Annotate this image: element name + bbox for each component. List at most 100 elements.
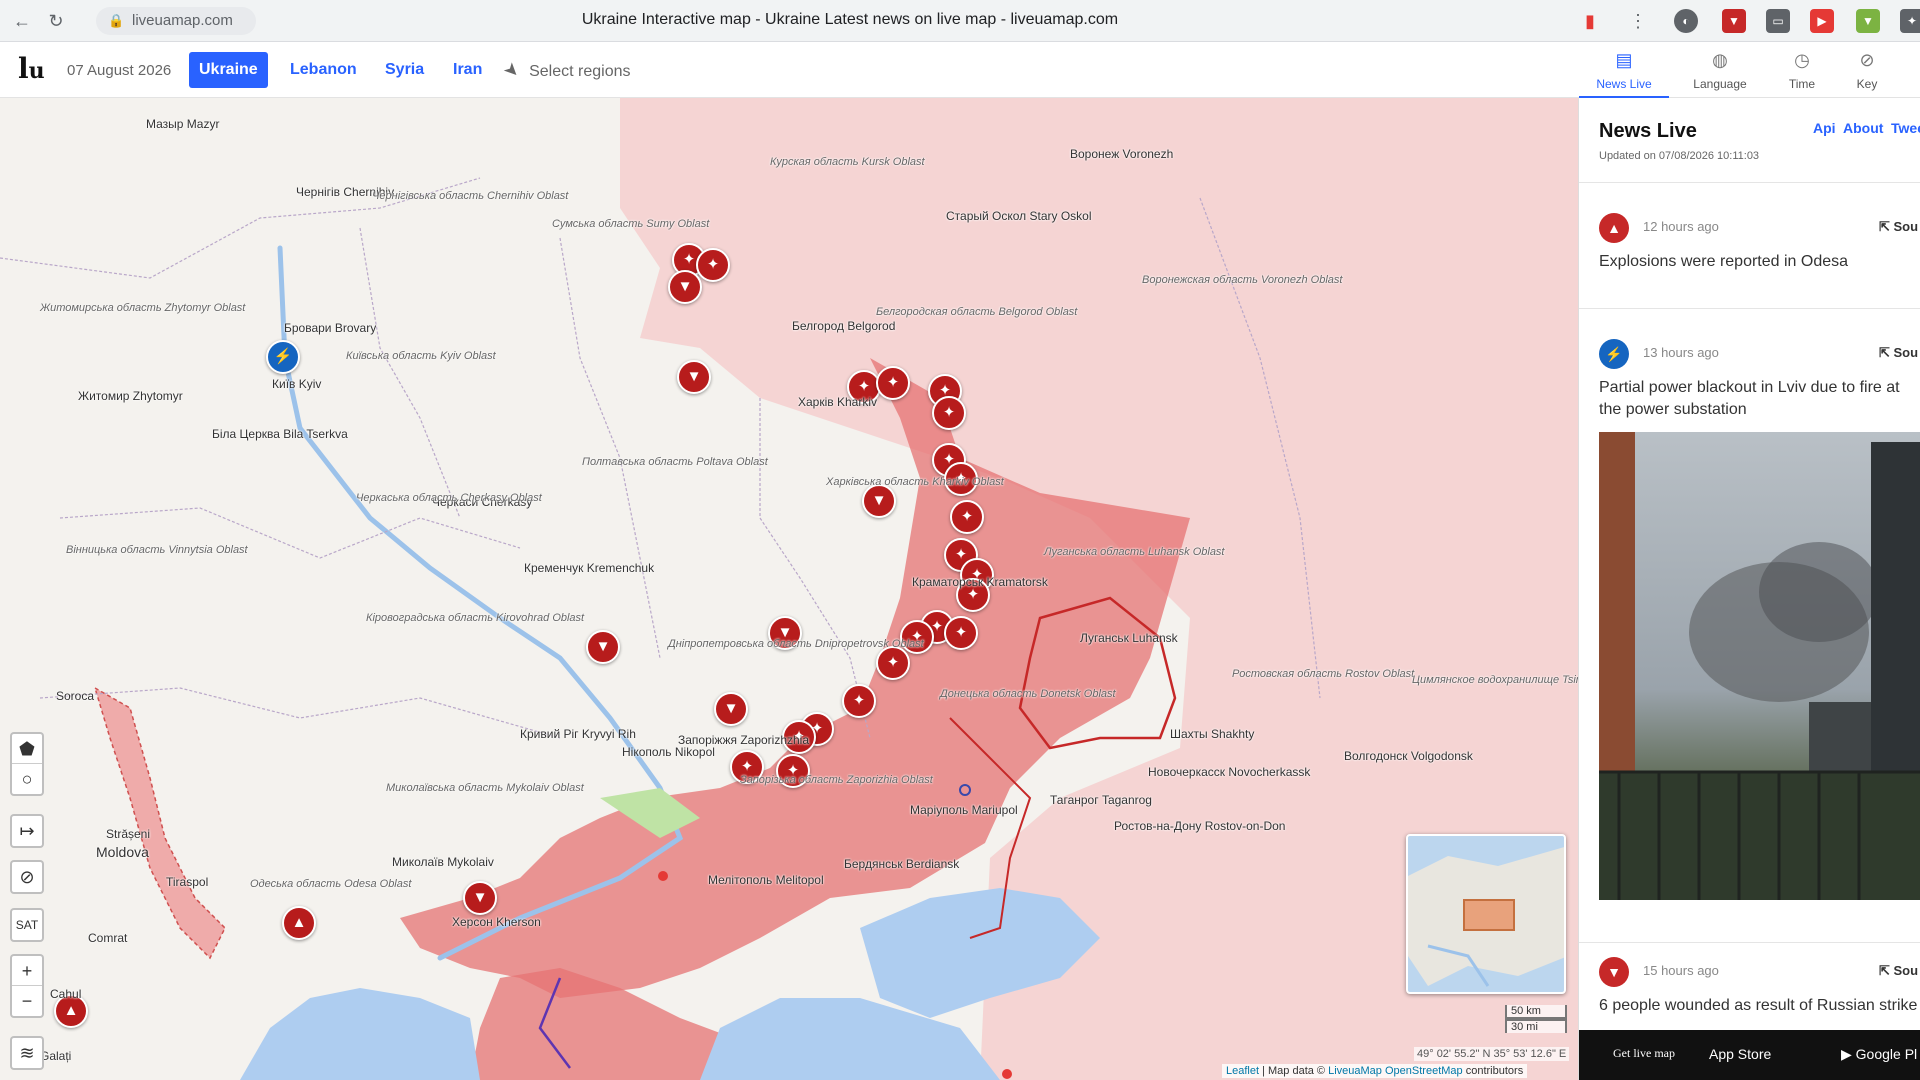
minimap-svg <box>1408 847 1564 987</box>
missile-icon[interactable]: ▼ <box>714 692 748 726</box>
oblast-label: Луганська область Luhansk Oblast <box>1044 546 1225 558</box>
app-store-button[interactable]: App Store <box>1709 1046 1771 1062</box>
zoom-control: + − <box>10 954 44 1018</box>
layers-button[interactable]: ≋ <box>10 1036 44 1070</box>
youtube-icon[interactable]: ▶ <box>1810 9 1834 33</box>
missile-icon[interactable]: ▼ <box>862 484 896 518</box>
city-label: Galați <box>40 1049 72 1063</box>
explosion-icon: ▲ <box>1599 213 1629 243</box>
missile-icon[interactable]: ▼ <box>586 630 620 664</box>
sat-label: SAT <box>15 918 39 932</box>
oblast-label: Одеська область Odesa Oblast <box>250 878 412 890</box>
twitter-link[interactable]: Twee <box>1891 120 1920 136</box>
region-tab-lebanon[interactable]: Lebanon <box>280 52 367 88</box>
oblast-label: Полтавська область Poltava Oblast <box>582 456 768 468</box>
measure-icon: ↦ <box>19 821 35 841</box>
city-label: Херсон Kherson <box>452 915 541 929</box>
leaflet-link[interactable]: Leaflet <box>1226 1065 1259 1077</box>
map-attribution: Leaflet | Map data © LiveuaMap OpenStree… <box>1222 1064 1528 1078</box>
news-photo[interactable] <box>1599 432 1920 900</box>
tab-news-live[interactable]: ▤ News Live <box>1579 50 1669 98</box>
oblast-label: Белгородская область Belgorod Oblast <box>876 306 1077 319</box>
gun-fire-icon[interactable]: ✦ <box>696 248 730 282</box>
draw-polygon-icon[interactable]: ⬟ <box>12 734 42 764</box>
google-play-button[interactable]: ▶ Google Pl <box>1841 1046 1917 1063</box>
extension-puzzle-icon[interactable]: ✦ <box>1900 9 1920 33</box>
minimap[interactable] <box>1406 834 1566 994</box>
menu-dots-icon[interactable]: ⋮ <box>1626 9 1650 33</box>
about-link[interactable]: About <box>1843 120 1883 136</box>
news-text: 6 people wounded as result of Russian st… <box>1599 997 1918 1014</box>
region-tab-syria[interactable]: Syria <box>375 52 434 88</box>
tab-language[interactable]: ◍ Language <box>1675 50 1765 91</box>
news-item[interactable]: ▼ 15 hours ago ⇱ Sou 6 people wounded as… <box>1579 942 1920 1042</box>
select-regions-button[interactable]: ➤ Select regions <box>499 58 630 83</box>
city-label: Запоріжжя Zaporizhzhia <box>678 733 810 747</box>
gun-fire-icon[interactable]: ✦ <box>876 366 910 400</box>
oblast-label: Дніпропетровська область Dnipropetrovsk … <box>668 638 924 650</box>
bookmark-icon[interactable]: ▮ <box>1578 9 1602 33</box>
city-label: Волгодонск Volgodonsk <box>1344 749 1473 763</box>
extension-download-icon[interactable]: ▼ <box>1856 9 1880 33</box>
url-text: liveuamap.com <box>132 12 233 29</box>
zoom-in-button[interactable]: + <box>12 956 42 986</box>
coordinate-readout: 49° 02' 55.2" N 35° 53' 12.6" E <box>1414 1047 1570 1061</box>
gun-fire-icon[interactable]: ✦ <box>842 684 876 718</box>
news-item[interactable]: ▲ 12 hours ago ⇱ Sou Explosions were rep… <box>1579 182 1920 308</box>
news-title: News Live <box>1599 120 1697 142</box>
address-bar[interactable]: 🔒 liveuamap.com <box>96 7 256 35</box>
hide-layer-button[interactable]: ⊘ <box>10 860 44 894</box>
missile-icon[interactable]: ▼ <box>677 360 711 394</box>
draw-circle-icon[interactable]: ○ <box>12 764 42 794</box>
city-label: Strășeni <box>106 827 151 841</box>
tab-key[interactable]: ⊘ Key <box>1822 50 1912 91</box>
city-label: Tiraspol <box>166 875 209 889</box>
reload-icon[interactable]: ↻ <box>44 9 68 33</box>
document-icon: ▤ <box>1615 50 1633 70</box>
city-label: Кременчук Kremenchuk <box>524 561 655 575</box>
gun-fire-icon[interactable]: ✦ <box>876 646 910 680</box>
oblast-label: Харківська область Kharkiv Oblast <box>826 476 1004 488</box>
photo-scene <box>1599 432 1920 900</box>
oblast-label: Київська область Kyiv Oblast <box>346 350 496 362</box>
map-data-text: | Map data © <box>1262 1065 1326 1077</box>
extension-chat-icon[interactable]: ▭ <box>1766 9 1790 33</box>
news-time: 15 hours ago <box>1643 963 1719 978</box>
back-icon[interactable]: ← <box>10 9 34 33</box>
contributors-text: contributors <box>1465 1065 1524 1077</box>
region-tab-iran[interactable]: Iran <box>443 52 492 88</box>
gun-fire-icon[interactable]: ✦ <box>944 616 978 650</box>
source-link[interactable]: ⇱ Sou <box>1879 963 1918 979</box>
news-panel: News Live Api About Twee Updated on 07/0… <box>1578 98 1920 1080</box>
news-time: 13 hours ago <box>1643 345 1719 360</box>
map-base <box>0 98 1578 1080</box>
city-label: Белгород Belgorod <box>792 319 896 333</box>
source-link[interactable]: ⇱ Sou <box>1879 345 1918 361</box>
measure-button[interactable]: ↦ <box>10 814 44 848</box>
compass-icon: ⊘ <box>1859 50 1875 70</box>
explosion-icon[interactable]: ▲ <box>282 906 316 940</box>
extension-circle-icon[interactable]: ◐ <box>1674 9 1698 33</box>
gun-fire-icon[interactable]: ✦ <box>932 396 966 430</box>
missile-icon[interactable]: ▼ <box>463 881 497 915</box>
api-link[interactable]: Api <box>1813 120 1836 136</box>
city-label: Бровари Brovary <box>284 321 377 335</box>
transnistria-territory <box>93 686 226 960</box>
black-sea-east <box>700 998 1000 1080</box>
oblast-label: Кіровоградська область Kirovohrad Oblast <box>366 612 585 624</box>
source-link[interactable]: ⇱ Sou <box>1879 219 1918 235</box>
liveuamap-logo[interactable]: lu <box>18 52 50 85</box>
sat-button[interactable]: SAT <box>10 908 44 942</box>
city-label: Comrat <box>88 931 128 945</box>
power-outage-icon[interactable]: ⚡ <box>266 340 300 374</box>
missile-icon[interactable]: ▼ <box>668 270 702 304</box>
region-tab-ukraine[interactable]: Ukraine <box>189 52 268 88</box>
zoom-out-button[interactable]: − <box>12 986 42 1016</box>
gun-fire-icon[interactable]: ✦ <box>950 500 984 534</box>
map-canvas[interactable]: ✦ ✦ ▼ ▼ ✦ ✦ ✦ ✦ ✦ ✦ ▼ ✦ ✦ ✦ ✦ ✦ ✦ ✦ ✦ ▼ … <box>0 98 1578 1080</box>
liveuamap-link[interactable]: LiveuaMap <box>1328 1065 1382 1077</box>
city-label: Кривий Ріг Kryvyi Rih <box>520 727 636 741</box>
extension-shield-icon[interactable]: ▼ <box>1722 9 1746 33</box>
tab-time-label: Time <box>1788 77 1816 91</box>
osm-link[interactable]: OpenStreetMap <box>1385 1065 1463 1077</box>
